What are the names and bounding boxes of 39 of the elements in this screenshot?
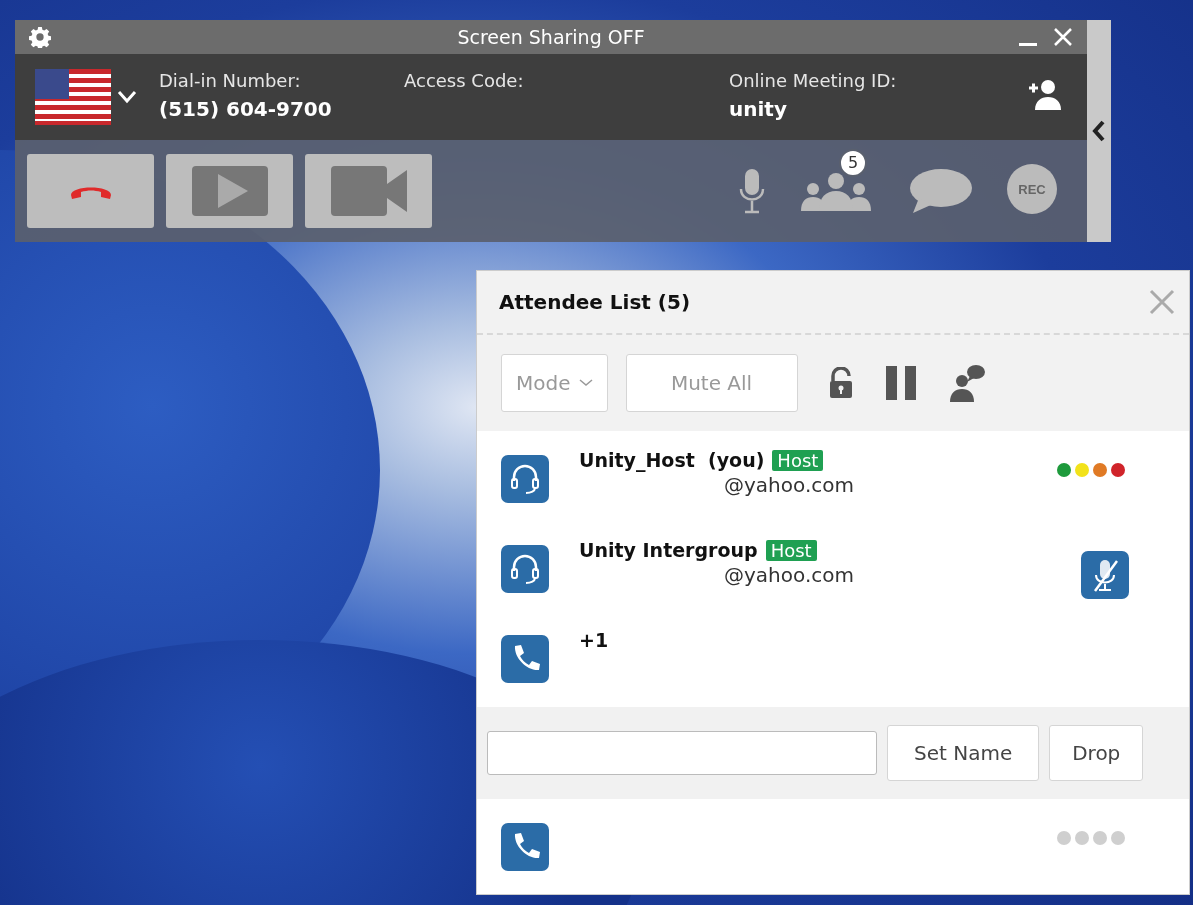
flag-icon[interactable] xyxy=(35,69,111,125)
video-camera-icon xyxy=(330,166,407,216)
info-value: unity xyxy=(729,97,788,121)
microphone-icon[interactable] xyxy=(739,167,765,215)
pause-icon[interactable] xyxy=(883,366,918,400)
add-person-icon[interactable] xyxy=(1027,78,1061,112)
chat-bubble-icon[interactable] xyxy=(909,168,973,214)
name-input-field[interactable] xyxy=(487,731,877,775)
count-badge: 5 xyxy=(839,149,867,177)
headset-icon xyxy=(501,545,549,593)
panel-title: Attendee List (5) xyxy=(499,290,691,314)
drop-button[interactable]: Drop xyxy=(1049,725,1144,781)
host-badge: Host xyxy=(765,539,817,561)
muted-microphone-icon[interactable] xyxy=(1081,551,1129,599)
info-value: (515) 604-9700 xyxy=(159,97,333,121)
caret-icon[interactable] xyxy=(117,90,137,104)
padlock-icon[interactable] xyxy=(827,367,854,399)
phone-icon xyxy=(501,635,549,683)
info-label: Dial-in Number: xyxy=(159,70,302,91)
attendee-name: Unity Intergroup xyxy=(579,539,758,561)
host-badge: Host xyxy=(772,449,824,471)
person-speech-icon[interactable] xyxy=(947,364,986,402)
attendee-row[interactable]: Unity_Host (you) Host @yahoo.com xyxy=(477,431,1189,521)
set-name-button[interactable]: Set Name xyxy=(887,725,1040,781)
attendee-name: Unity_Host (you) xyxy=(579,449,765,471)
attendee-row[interactable]: Unity Intergroup Host @yahoo.com xyxy=(477,521,1189,611)
phone-icon xyxy=(501,823,549,871)
info-label: Online Meeting ID: xyxy=(729,70,898,91)
settings-icon[interactable] xyxy=(29,26,51,48)
window-title: Screen Sharing OFF xyxy=(456,26,646,48)
attendee-row[interactable]: +1 xyxy=(477,611,1189,701)
attendee-name: +1 xyxy=(579,629,609,651)
chevron-icon xyxy=(1092,120,1106,142)
play-icon xyxy=(191,166,268,216)
caret-icon xyxy=(578,379,593,387)
headset-icon xyxy=(501,455,549,503)
attendee-email: @yahoo.com xyxy=(724,473,855,497)
attendee-email: @yahoo.com xyxy=(724,563,855,587)
info-label: Access Code: xyxy=(404,70,525,91)
